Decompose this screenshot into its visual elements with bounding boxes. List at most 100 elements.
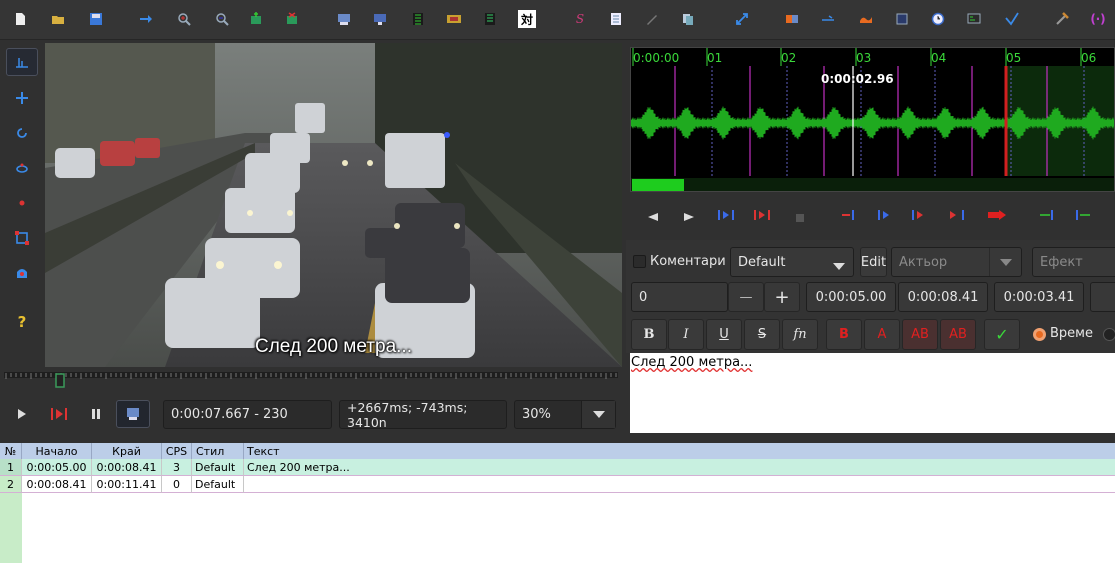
frame-radio[interactable]	[1103, 328, 1115, 341]
delete-line-icon[interactable]	[282, 9, 302, 29]
layer-spinbox[interactable]: 0	[631, 282, 728, 312]
clock-icon[interactable]	[928, 9, 948, 29]
spell-icon[interactable]	[964, 9, 984, 29]
time-radio[interactable]	[1033, 328, 1046, 341]
stop-icon[interactable]	[796, 211, 804, 226]
vector-clip-icon[interactable]	[6, 259, 38, 287]
next-line-icon[interactable]	[684, 210, 694, 225]
standard-tool-icon[interactable]	[6, 48, 38, 76]
effect-field[interactable]: Ефект	[1032, 247, 1115, 277]
column-header-end[interactable]: Край	[92, 443, 162, 459]
audio-scroll-thumb[interactable]	[632, 179, 684, 191]
timing-icon[interactable]	[818, 9, 838, 29]
clip-tool-icon[interactable]	[6, 224, 38, 252]
tools-icon[interactable]	[1052, 9, 1072, 29]
subtitle-grid[interactable]: № Начало Край CPS Стил Текст 1 0:00:05.0…	[0, 443, 1115, 563]
edit-style-button[interactable]: Edit	[860, 247, 887, 277]
commit-button[interactable]: ✓	[984, 319, 1020, 350]
go-to-start-icon[interactable]	[1040, 209, 1058, 224]
autoscroll-toggle[interactable]	[116, 400, 150, 428]
outline-color-button[interactable]: AB	[902, 319, 938, 350]
audio-waveform-display[interactable]: 0:00:00 01 02 03 04 05 06 0:00:02.96	[630, 47, 1115, 192]
save-icon[interactable]	[86, 9, 106, 29]
snap-icon[interactable]	[856, 9, 876, 29]
font-button[interactable]: fn	[782, 319, 818, 350]
underline-button[interactable]: U	[706, 319, 742, 350]
table-row[interactable]: 2 0:00:08.41 0:00:11.41 0 Default	[0, 476, 1115, 493]
sync-icon[interactable]	[732, 9, 752, 29]
actor-select[interactable]: Актьор	[891, 247, 1022, 277]
play-current-line-icon[interactable]	[754, 209, 772, 224]
rotate-xy-icon[interactable]	[6, 154, 38, 182]
waveform-canvas: 0:00:00 01 02 03 04 05 06	[631, 48, 1115, 192]
open-file-icon[interactable]	[48, 9, 68, 29]
new-file-icon[interactable]	[10, 9, 30, 29]
pen-icon[interactable]	[642, 9, 662, 29]
duration-field[interactable]: 0:00:03.41	[994, 282, 1084, 312]
audio-icon[interactable]	[370, 9, 390, 29]
notes-icon[interactable]	[606, 9, 626, 29]
play-line-icon[interactable]	[48, 400, 70, 428]
video-display[interactable]: След 200 метра...	[45, 43, 622, 367]
comment-checkbox[interactable]	[633, 255, 646, 268]
colors-icon[interactable]	[892, 9, 912, 29]
go-to-end-icon[interactable]	[1074, 209, 1092, 224]
play-before-icon[interactable]	[842, 209, 860, 224]
video-seek-slider[interactable]	[4, 370, 618, 388]
audio-scrollbar[interactable]	[631, 178, 1115, 192]
play-before-end-icon[interactable]	[912, 209, 930, 224]
rotate-z-icon[interactable]	[6, 119, 38, 147]
shadow-color-button[interactable]: AB	[940, 319, 976, 350]
braces-icon[interactable]: (‧)	[1088, 9, 1108, 29]
zoom-in-icon[interactable]	[174, 9, 194, 29]
subtitle-text-editor[interactable]: След 200 метра...	[630, 353, 1115, 433]
pause-icon[interactable]	[86, 400, 106, 428]
strikeout-button[interactable]: S	[744, 319, 780, 350]
play-selection-icon[interactable]	[718, 209, 736, 224]
italic-button[interactable]: I	[668, 319, 704, 350]
shift-icon[interactable]	[782, 9, 802, 29]
seek-thumb[interactable]	[55, 373, 65, 388]
jump-icon[interactable]	[136, 9, 156, 29]
table-row[interactable]: 1 0:00:05.00 0:00:08.41 3 Default След 2…	[0, 459, 1115, 476]
kanji-icon[interactable]: 対	[518, 10, 536, 28]
zoom-out-icon[interactable]	[212, 9, 232, 29]
commit-timing-icon[interactable]	[988, 209, 1006, 224]
actor-placeholder: Актьор	[899, 254, 948, 270]
column-header-number[interactable]: №	[0, 443, 22, 459]
column-header-text[interactable]: Текст	[244, 443, 1115, 459]
margin-field[interactable]	[1090, 282, 1115, 312]
bold-button[interactable]: B	[631, 319, 667, 350]
row-end: 0:00:11.41	[92, 476, 162, 493]
add-line-icon[interactable]	[246, 9, 266, 29]
play-after-end-icon[interactable]	[950, 209, 968, 224]
video-icon[interactable]	[334, 9, 354, 29]
style-select[interactable]: Default	[730, 247, 854, 277]
column-header-cps[interactable]: CPS	[162, 443, 192, 459]
layer-decrement-button[interactable]: —	[728, 282, 764, 312]
help-icon[interactable]: ?	[6, 308, 38, 336]
play-icon[interactable]	[12, 400, 32, 428]
secondary-color-button[interactable]: A	[864, 319, 900, 350]
primary-color-button[interactable]: B	[826, 319, 862, 350]
drag-tool-icon[interactable]	[6, 84, 38, 112]
visual-tools-panel: ?	[0, 44, 44, 364]
film-icon[interactable]	[444, 9, 464, 29]
end-time-field[interactable]: 0:00:08.41	[898, 282, 988, 312]
scale-tool-icon[interactable]	[6, 189, 38, 217]
column-header-style[interactable]: Стил	[192, 443, 244, 459]
column-header-start[interactable]: Начало	[22, 443, 92, 459]
chevron-down-icon[interactable]	[581, 401, 615, 428]
play-after-start-icon[interactable]	[878, 209, 896, 224]
start-time-field[interactable]: 0:00:05.00	[806, 282, 896, 312]
copy-icon[interactable]	[678, 9, 698, 29]
layer-increment-button[interactable]: +	[764, 282, 800, 312]
keyframe-icon[interactable]	[408, 9, 428, 29]
script-icon[interactable]: S	[570, 9, 590, 29]
time-frame-display[interactable]: 0:00:07.667 - 230	[163, 400, 332, 429]
main-toolbar: 対 S (‧)	[0, 0, 1115, 40]
check-icon[interactable]	[1002, 9, 1022, 29]
prev-line-icon[interactable]	[648, 210, 658, 225]
zoom-select[interactable]: 30%	[514, 400, 616, 429]
grid-icon[interactable]	[480, 9, 500, 29]
